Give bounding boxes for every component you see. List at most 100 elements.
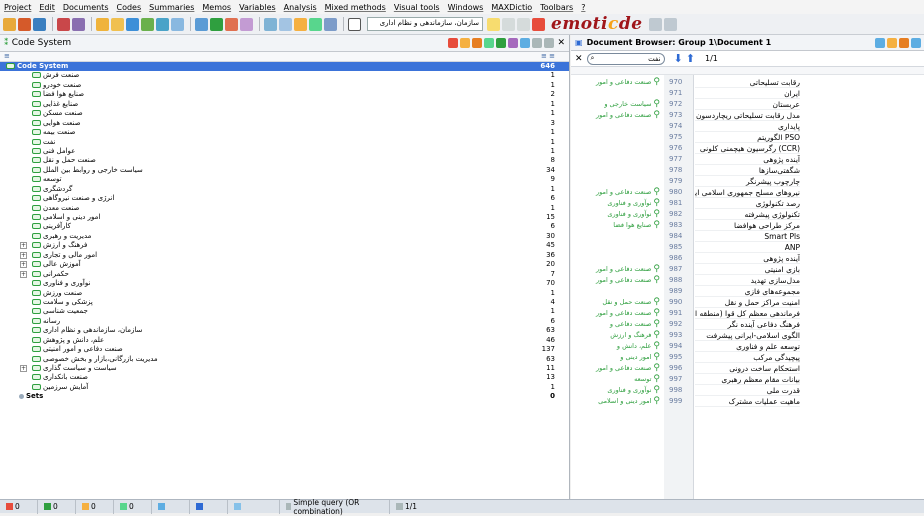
code-item[interactable]: کارآفرینی 6	[0, 222, 569, 231]
layout-icon[interactable]	[279, 17, 292, 31]
coding-stripe[interactable]: ⚲نوآوری و فناوری	[607, 198, 660, 208]
code-item[interactable]: + سیاست و سیاست گذاری 11	[0, 364, 569, 373]
coding-stripe[interactable]: ⚲امور دینی و اسلامی	[598, 396, 660, 406]
close-search-icon[interactable]: ✕	[575, 54, 583, 64]
menu-item[interactable]: MAXDictio	[491, 3, 532, 12]
filter-icon[interactable]	[348, 17, 361, 31]
window-icon[interactable]	[264, 17, 277, 31]
edit-icon[interactable]	[875, 37, 885, 48]
paragraph-text[interactable]: نیروهای مسلح جمهوری اسلامی ایران	[695, 187, 800, 198]
code-filter-select[interactable]: سازمان، سازماندهی و نظام اداری	[367, 17, 483, 31]
code-item[interactable]: + امور مالی و تجاری 36	[0, 251, 569, 260]
coding-stripe[interactable]: ⚲صنعت دفاعی و	[610, 319, 660, 329]
dropdown-arrow-icon[interactable]	[487, 17, 500, 31]
expand-icon[interactable]: +	[20, 251, 27, 259]
code-system-root[interactable]: Code System 646	[0, 62, 569, 72]
paragraph-text[interactable]: فرهنگ دفاعی آینده نگر	[695, 319, 800, 330]
coding-stripe[interactable]: ⚲توسعه	[634, 374, 660, 384]
paragraph-text[interactable]: چارچوب پیشرنگر	[695, 176, 800, 187]
coding-stripe[interactable]: ⚲صنعت دفاعی و امور	[596, 110, 660, 120]
code-item[interactable]: صنایع هوا فضا 2	[0, 90, 569, 99]
menu-item[interactable]: ?	[581, 3, 585, 12]
coding-stripe[interactable]: ⚲امور دینی و	[620, 352, 660, 362]
paragraph-text[interactable]: مجموعه‌های فازی	[695, 286, 800, 297]
code-item[interactable]: + آموزش عالی 20	[0, 260, 569, 269]
code-item[interactable]: گردشگری 1	[0, 185, 569, 194]
open-project-icon[interactable]	[3, 17, 16, 31]
activate-icon[interactable]	[460, 38, 471, 48]
paragraph-text[interactable]: رقابت تسلیحاتی	[695, 77, 800, 88]
menu-item[interactable]: Mixed methods	[325, 3, 386, 12]
expand-icon[interactable]: +	[20, 365, 27, 372]
coding-stripe[interactable]: ⚲فرهنگ و ارزش	[610, 330, 660, 340]
paragraph-text[interactable]: عربستان	[695, 99, 800, 110]
print-icon[interactable]	[887, 37, 897, 48]
coding-stripe[interactable]: ⚲نوآوری و فناوری	[607, 385, 660, 395]
paragraph-text[interactable]: Smart Pls	[695, 231, 800, 242]
code-item[interactable]: صنعت بیمه 1	[0, 128, 569, 137]
code-item[interactable]: صنعت دفاعی و امور امنیتی 137	[0, 345, 569, 354]
close-icon[interactable]: ✕	[557, 38, 565, 48]
paragraph-text[interactable]: ماهیت عملیات مشترک	[695, 396, 800, 407]
new-project-icon[interactable]	[18, 17, 31, 31]
paragraph-text[interactable]: فرماندهی معظم کل قوا (منطقه العالی)	[695, 308, 800, 319]
menu-item[interactable]: Documents	[63, 3, 109, 12]
code-item[interactable]: عوامل فنی 1	[0, 147, 569, 156]
search-icon[interactable]	[520, 38, 531, 48]
paragraph-text[interactable]: مدل رقابت تسلیحاتی ریچاردسون	[695, 110, 800, 121]
code-item[interactable]: جمعیت شناسی 1	[0, 307, 569, 316]
cut-icon[interactable]	[57, 17, 70, 31]
document-search-input[interactable]: ⌕ نفت	[586, 52, 665, 65]
code-item[interactable]: صنعت خودرو 1	[0, 81, 569, 90]
paragraph-text[interactable]: استحکام ساخت درونی	[695, 363, 800, 374]
code-item[interactable]: مدیریت و رهبری 30	[0, 232, 569, 241]
align-right-icon[interactable]	[663, 17, 677, 31]
pen-icon[interactable]	[72, 17, 85, 31]
paragraph-text[interactable]: آینده پژوهی	[695, 154, 800, 165]
coding-stripe[interactable]: ⚲صنعت دفاعی و امور	[596, 77, 660, 87]
menu-item[interactable]: Summaries	[149, 3, 194, 12]
memo-icon[interactable]	[141, 17, 154, 31]
save-icon[interactable]	[33, 17, 46, 31]
code-item[interactable]: نفت 1	[0, 138, 569, 147]
search-icon[interactable]	[126, 17, 139, 31]
code-item[interactable]: صنعت حمل و نقل 8	[0, 156, 569, 165]
coding-stripe[interactable]: ⚲صنعت دفاعی و امور	[596, 187, 660, 197]
document-browser-icon[interactable]	[309, 17, 322, 31]
code-item[interactable]: صنعت معدن 1	[0, 204, 569, 213]
menu-item[interactable]: Codes	[117, 3, 142, 12]
code-item[interactable]: سیاست خارجی و روابط بین الملل 34	[0, 166, 569, 175]
paragraph-text[interactable]: تکنولوژی پیشرفته	[695, 209, 800, 220]
align-icon[interactable]	[648, 17, 662, 31]
paragraph-text[interactable]: آینده پژوهی	[695, 253, 800, 264]
paragraph-text[interactable]: ANP	[695, 242, 800, 253]
code-item[interactable]: امور دینی و اسلامی 15	[0, 213, 569, 222]
sets-item[interactable]: Sets 0	[0, 392, 569, 401]
menu-item[interactable]: Project	[4, 3, 31, 12]
new-code-icon[interactable]	[448, 38, 459, 48]
paragraph-text[interactable]: بیانات مقام معظم رهبری	[695, 374, 800, 385]
color-icon[interactable]	[484, 38, 495, 48]
expand-icon[interactable]: +	[20, 242, 27, 250]
code-item[interactable]: + فرهنگ و ارزش 45	[0, 241, 569, 250]
code-item[interactable]: رسانه 6	[0, 317, 569, 326]
coding-stripe[interactable]: ⚲صنعت حمل و نقل	[602, 297, 660, 307]
code-item[interactable]: صنایع غذایی 1	[0, 100, 569, 109]
code-item[interactable]: سازمان، سازماندهی و نظام اداری 63	[0, 326, 569, 335]
emoticon-icon[interactable]	[899, 37, 909, 48]
diamond-icon[interactable]	[502, 17, 515, 31]
code-item[interactable]: نوآوری و فناوری 70	[0, 279, 569, 288]
menu-item[interactable]: Analysis	[284, 3, 317, 12]
code-item[interactable]: صنعت ورزش 1	[0, 289, 569, 298]
coding-stripe[interactable]: ⚲صنعت دفاعی و امور	[596, 308, 660, 318]
paragraph-text[interactable]: (CCR) رگرسیون هیچمنی کلونی	[695, 143, 800, 154]
code-item[interactable]: انرژی و صنعت نیروگاهی 6	[0, 194, 569, 203]
menu-item[interactable]: Windows	[448, 3, 484, 12]
coding-stripe[interactable]: ⚲علم، دانش و	[617, 341, 660, 351]
paragraph-text[interactable]: پیچیدگی مرکب	[695, 352, 800, 363]
menu-item[interactable]: Visual tools	[394, 3, 440, 12]
memo-icon[interactable]	[508, 38, 519, 48]
paragraph-text[interactable]: الگوی اسلامی-ایرانی پیشرفت	[695, 330, 800, 341]
mixed-methods-icon[interactable]	[240, 17, 253, 31]
settings-icon[interactable]	[324, 17, 337, 31]
